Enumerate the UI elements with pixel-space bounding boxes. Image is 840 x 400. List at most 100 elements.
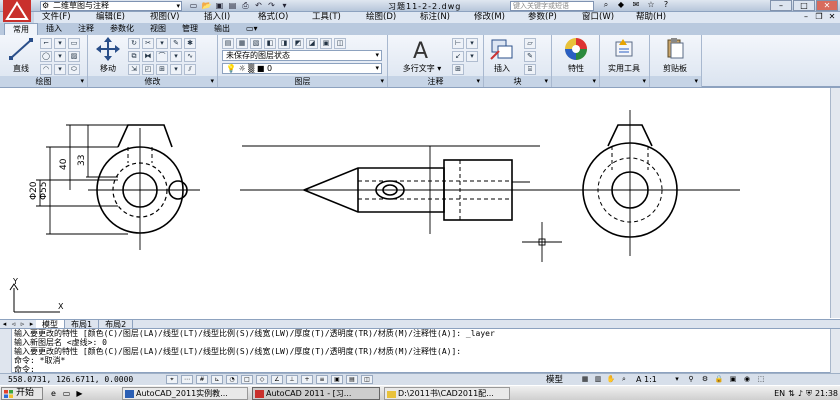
subscription-icon[interactable]: ◆ — [615, 0, 627, 10]
menu-modify[interactable]: 修改(M) — [466, 12, 520, 23]
otrack-icon[interactable]: ∠ — [271, 375, 283, 384]
edit-block-icon[interactable]: ✎ — [524, 51, 536, 62]
snap-icon[interactable]: ⋯ — [181, 375, 193, 384]
utilities-button[interactable]: 实用工具 — [604, 37, 644, 74]
redo-icon[interactable]: ↷ — [266, 1, 277, 11]
linear-dimension-icon[interactable]: ⊢ — [452, 38, 464, 49]
block-panel-title[interactable]: 块 ▾ — [484, 76, 551, 87]
dd-icon[interactable]: ▾ — [54, 51, 66, 62]
isolate-icon[interactable]: ◉ — [742, 375, 752, 384]
menu-parametric[interactable]: 参数(P) — [520, 12, 574, 23]
utilities-panel-title[interactable]: ▾ — [600, 76, 649, 87]
layer-icon[interactable]: ◪ — [306, 38, 318, 49]
menu-dimension[interactable]: 标注(N) — [412, 12, 466, 23]
tab-parametric[interactable]: 参数化 — [102, 23, 142, 35]
media-icon[interactable]: ▶ — [74, 388, 85, 399]
tab-home[interactable]: 常用 — [4, 23, 38, 35]
polyline-icon[interactable]: ⌐ — [40, 38, 52, 49]
annotation-visibility-icon[interactable]: ▾ — [672, 375, 682, 384]
undo-icon[interactable]: ↶ — [253, 1, 264, 11]
dd-icon[interactable]: ▾ — [170, 51, 182, 62]
rectangle-icon[interactable]: ▭ — [68, 38, 80, 49]
fillet-icon[interactable]: ⌒ — [156, 51, 168, 62]
menu-view[interactable]: 视图(V) — [142, 12, 196, 23]
command-scrollbar[interactable] — [830, 329, 840, 374]
dd-icon[interactable]: ▾ — [466, 51, 478, 62]
transparency-icon[interactable]: ▣ — [331, 375, 343, 384]
drawing-canvas[interactable]: 40 33 Φ20 Φ55 Y X — [0, 87, 840, 319]
open-icon[interactable]: 📂 — [201, 1, 212, 11]
line-button[interactable]: 直线 — [1, 37, 41, 74]
dyn-icon[interactable]: + — [301, 375, 313, 384]
stretch-icon[interactable]: ⇲ — [128, 64, 140, 75]
network-icon[interactable]: ⇅ — [788, 389, 795, 398]
scale-icon[interactable]: ◰ — [142, 64, 154, 75]
attribute-icon[interactable]: ⌸ — [524, 64, 536, 75]
layer-icon[interactable]: ◧ — [264, 38, 276, 49]
layer-icon[interactable]: ▧ — [250, 38, 262, 49]
ie-icon[interactable]: e — [48, 388, 59, 399]
ducs-icon[interactable]: ⊥ — [286, 375, 298, 384]
favorites-icon[interactable]: ☆ — [645, 0, 657, 10]
tab-annotate[interactable]: 注释 — [70, 23, 102, 35]
doc-minimize-button[interactable]: – — [800, 12, 812, 22]
mirror-icon[interactable]: ⧓ — [142, 51, 154, 62]
saveas-icon[interactable]: ▤ — [227, 1, 238, 11]
tab-insert[interactable]: 插入 — [38, 23, 70, 35]
ellipse-icon[interactable]: ⬭ — [68, 64, 80, 75]
volume-icon[interactable]: ♪ — [798, 389, 803, 398]
erase-icon[interactable]: ✎ — [170, 38, 182, 49]
leader-icon[interactable]: ↙ — [452, 51, 464, 62]
autocad-logo-icon[interactable] — [2, 0, 32, 24]
qp-icon[interactable]: ▤ — [346, 375, 358, 384]
create-block-icon[interactable]: ▱ — [524, 38, 536, 49]
vertical-scrollbar[interactable] — [830, 88, 840, 318]
qat-dropdown-icon[interactable]: ▾ — [279, 1, 290, 11]
menu-file[interactable]: 文件(F) — [34, 12, 88, 23]
dd-icon[interactable]: ▾ — [170, 64, 182, 75]
edit-polyline-icon[interactable]: ∿ — [184, 51, 196, 62]
ortho-icon[interactable]: ⊾ — [211, 375, 223, 384]
language-icon[interactable]: EN — [774, 389, 785, 398]
help-search-input[interactable]: 键入关键字或短语 — [510, 1, 594, 11]
lock-icon[interactable]: 🔒 — [714, 375, 724, 384]
hardware-accel-icon[interactable]: ▣ — [728, 375, 738, 384]
annotation-panel-title[interactable]: 注释 ▾ — [388, 76, 483, 87]
clipboard-button[interactable]: 剪贴板 — [655, 37, 695, 74]
infer-constraints-icon[interactable]: ⌖ — [166, 375, 178, 384]
menu-insert[interactable]: 插入(I) — [196, 12, 250, 23]
start-button[interactable]: 开始 — [1, 387, 43, 400]
properties-panel-title[interactable]: ▾ — [552, 76, 599, 87]
last-tab-icon[interactable]: ▸ — [27, 320, 36, 328]
modify-panel-title[interactable]: 修改 ▾ — [88, 76, 217, 87]
explorer-icon[interactable]: ▭ — [61, 388, 72, 399]
workspace-select[interactable]: ⚙ 二维草图与注释 ▾ — [40, 1, 182, 11]
dd-icon[interactable]: ▾ — [156, 38, 168, 49]
doc-close-button[interactable]: ✕ — [826, 12, 838, 22]
pan-icon[interactable]: ✋ — [606, 375, 616, 384]
quick-view-layouts-icon[interactable]: ▦ — [580, 375, 590, 384]
cursor-coordinates[interactable]: 558.0731, 126.6711, 0.0000 — [8, 375, 133, 385]
binoculars-icon[interactable]: ⌕ — [600, 0, 612, 10]
save-icon[interactable]: ▣ — [214, 1, 225, 11]
polar-icon[interactable]: ◔ — [226, 375, 238, 384]
taskbar-item[interactable]: D:\2011书\CAD2011配... — [384, 387, 510, 400]
prev-tab-icon[interactable]: ◃ — [9, 320, 18, 328]
menu-format[interactable]: 格式(O) — [250, 12, 304, 23]
menu-window[interactable]: 窗口(W) — [574, 12, 628, 23]
hatch-icon[interactable]: ▨ — [68, 51, 80, 62]
layer-icon[interactable]: ▦ — [236, 38, 248, 49]
layers-panel-title[interactable]: 图层 ▾ — [218, 76, 387, 87]
workspace-switch-icon[interactable]: ⚙ — [700, 375, 710, 384]
tab-view[interactable]: 视图 — [142, 23, 174, 35]
taskbar-item-active[interactable]: AutoCAD 2011 - [习... — [252, 387, 380, 400]
clean-screen-icon[interactable]: ⬚ — [756, 375, 766, 384]
menu-help[interactable]: 帮助(H) — [628, 12, 682, 23]
draw-panel-title[interactable]: 绘图 ▾ — [0, 76, 87, 87]
circle-icon[interactable]: ◯ — [40, 51, 52, 62]
layer-icon[interactable]: ◩ — [292, 38, 304, 49]
doc-restore-button[interactable]: ❐ — [813, 12, 825, 22]
copy-icon[interactable]: ⧉ — [128, 51, 140, 62]
offset-icon[interactable]: ⫽ — [184, 64, 196, 75]
clipboard-panel-title[interactable]: ▾ — [650, 76, 701, 87]
